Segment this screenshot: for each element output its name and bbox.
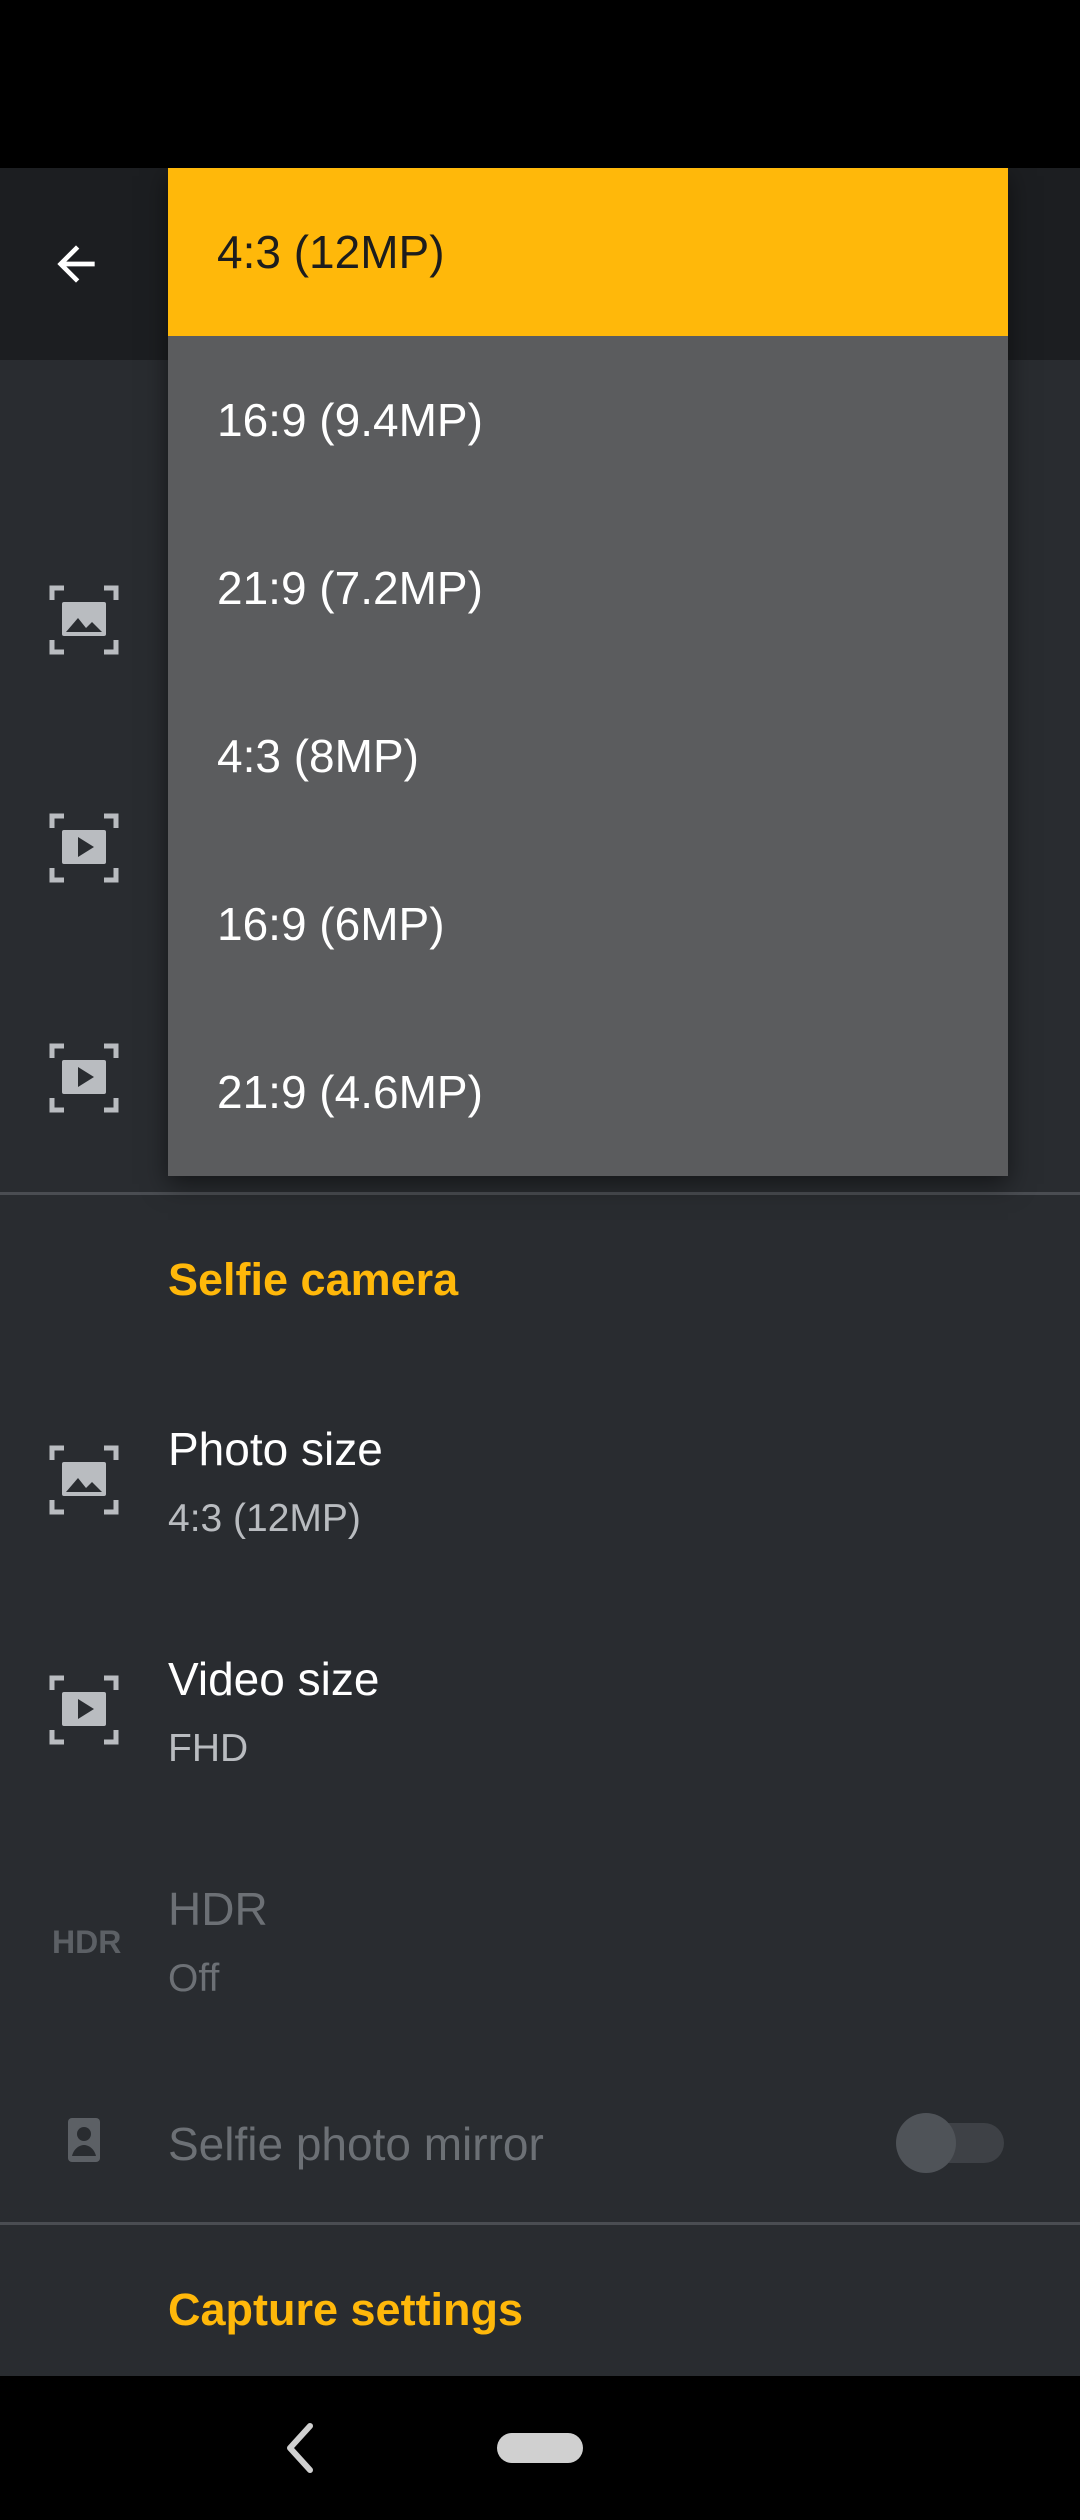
hdr-icon: HDR bbox=[52, 1924, 122, 1960]
video-size-value: FHD bbox=[168, 1727, 249, 1770]
section-header-capture-settings: Capture settings bbox=[168, 2284, 524, 2335]
photo-size-title[interactable]: Photo size bbox=[168, 1422, 383, 1476]
section-header-selfie-camera: Selfie camera bbox=[168, 1254, 459, 1305]
nav-home-pill[interactable] bbox=[497, 2433, 583, 2463]
nav-back-icon[interactable] bbox=[280, 2418, 320, 2478]
video-size-title[interactable]: Video size bbox=[168, 1652, 379, 1706]
divider bbox=[0, 2222, 1080, 2225]
dropdown-option[interactable]: 16:9 (9.4MP) bbox=[168, 336, 1008, 504]
hdr-value: Off bbox=[168, 1957, 220, 2000]
photo-size-value: 4:3 (12MP) bbox=[168, 1497, 361, 1540]
back-arrow-icon[interactable] bbox=[40, 216, 112, 312]
photo-size-icon bbox=[44, 1440, 124, 1520]
portrait-icon bbox=[44, 2102, 124, 2182]
selfie-mirror-title[interactable]: Selfie photo mirror bbox=[168, 2117, 544, 2171]
video-size-icon bbox=[44, 1038, 124, 1118]
status-bar bbox=[0, 0, 1080, 168]
hdr-title[interactable]: HDR bbox=[168, 1882, 268, 1936]
selfie-mirror-toggle-thumb bbox=[896, 2113, 956, 2173]
video-size-icon bbox=[44, 1670, 124, 1750]
dropdown-option[interactable]: 21:9 (4.6MP) bbox=[168, 1008, 1008, 1176]
photo-size-dropdown: 4:3 (12MP) 16:9 (9.4MP) 21:9 (7.2MP) 4:3… bbox=[168, 168, 1008, 1176]
photo-size-icon bbox=[44, 580, 124, 660]
dropdown-option[interactable]: 4:3 (12MP) bbox=[168, 168, 1008, 336]
divider bbox=[0, 1192, 1080, 1195]
video-size-icon bbox=[44, 808, 124, 888]
dropdown-option[interactable]: 16:9 (6MP) bbox=[168, 840, 1008, 1008]
dropdown-option[interactable]: 21:9 (7.2MP) bbox=[168, 504, 1008, 672]
dropdown-option[interactable]: 4:3 (8MP) bbox=[168, 672, 1008, 840]
